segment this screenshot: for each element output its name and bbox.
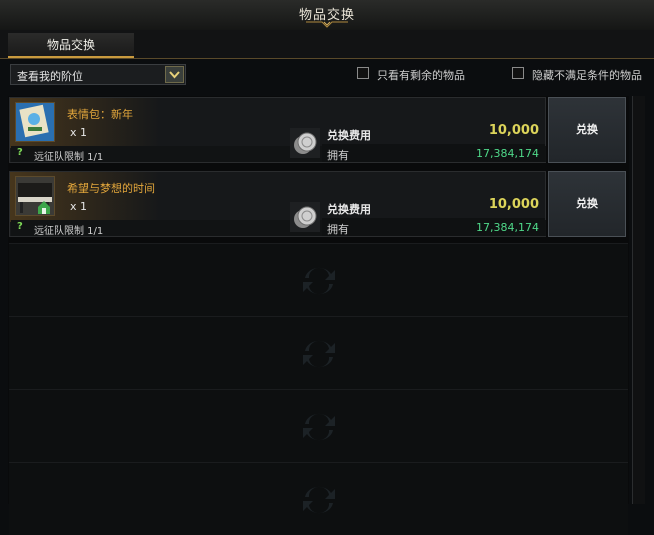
- emote-pack-icon: [15, 102, 55, 142]
- tab-item-exchange[interactable]: 物品交换: [8, 33, 134, 58]
- checkbox-label: 隐藏不满足条件的物品: [532, 69, 642, 82]
- exchange-watermark-icon: [303, 267, 335, 295]
- purchase-limit: 远征队限制 1/1: [34, 226, 104, 237]
- chevron-down-icon[interactable]: [165, 66, 184, 83]
- exchange-item-row: 表情包：新年 x 1 ? 远征队限制 1/1 兑换费用 10,000 拥有 17…: [9, 97, 546, 163]
- silver-coin-icon: [290, 128, 320, 158]
- tab-bar: 物品交换: [0, 30, 654, 59]
- item-name: 希望与梦想的时间: [67, 182, 155, 195]
- help-icon[interactable]: ?: [17, 221, 23, 232]
- cost-value: 10,000: [488, 123, 539, 138]
- help-icon[interactable]: ?: [17, 147, 23, 158]
- exchange-item-row: 希望与梦想的时间 x 1 ? 远征队限制 1/1 兑换费用 10,000 拥有 …: [9, 171, 546, 237]
- empty-row: [9, 462, 628, 535]
- silver-coin-icon: [290, 202, 320, 232]
- owned-value: 17,384,174: [476, 221, 539, 234]
- exchange-watermark-icon: [303, 340, 335, 368]
- ornament-icon: [306, 21, 348, 28]
- owned-label: 拥有: [327, 223, 349, 236]
- scrollbar[interactable]: [632, 96, 645, 504]
- purchase-limit: 远征队限制 1/1: [34, 152, 104, 163]
- rank-filter-dropdown[interactable]: 查看我的阶位: [10, 64, 186, 85]
- checkbox-box[interactable]: [512, 67, 524, 79]
- item-name: 表情包：新年: [67, 108, 133, 121]
- exchange-button[interactable]: 兑换: [548, 97, 626, 163]
- filter-selected-value: 查看我的阶位: [17, 70, 83, 83]
- checkbox-label: 只看有剩余的物品: [377, 69, 465, 82]
- exchange-watermark-icon: [303, 413, 335, 441]
- cost-label: 兑换费用: [327, 129, 371, 142]
- window-titlebar: 物品交换: [0, 0, 654, 31]
- empty-row: [9, 243, 628, 316]
- empty-row: [9, 316, 628, 389]
- checkbox-box[interactable]: [357, 67, 369, 79]
- owned-value: 17,384,174: [476, 147, 539, 160]
- exchange-watermark-icon: [303, 486, 335, 514]
- exchange-button[interactable]: 兑换: [548, 171, 626, 237]
- item-quantity: x 1: [70, 126, 88, 139]
- cost-label: 兑换费用: [327, 203, 371, 216]
- owned-label: 拥有: [327, 149, 349, 162]
- cost-value: 10,000: [488, 197, 539, 212]
- empty-row: [9, 389, 628, 462]
- piano-house-icon: [15, 176, 55, 216]
- item-quantity: x 1: [70, 200, 88, 213]
